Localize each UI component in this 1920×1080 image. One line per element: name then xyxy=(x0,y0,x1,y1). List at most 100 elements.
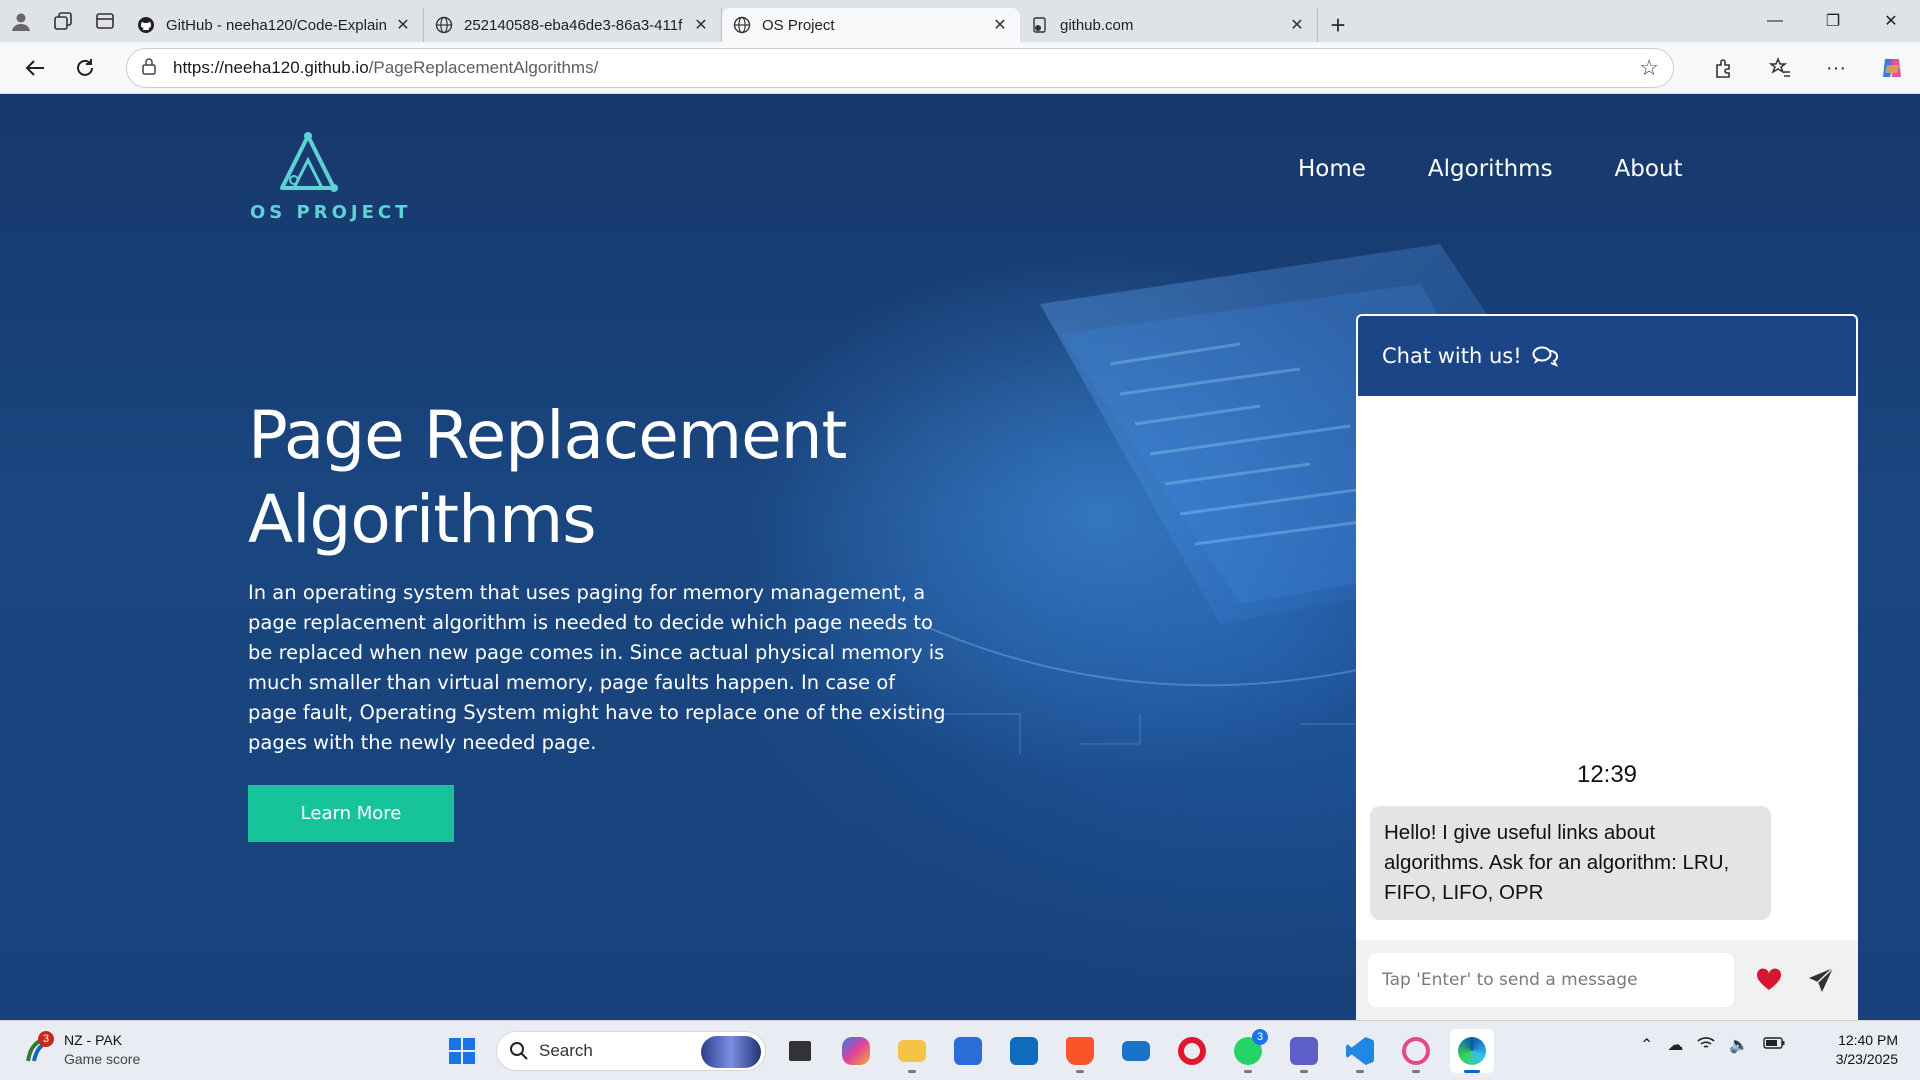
hero-title: Page Replacement Algorithms xyxy=(248,394,948,562)
system-tray: ⌃ ☁ 🔈 xyxy=(1640,1035,1785,1055)
nav-algorithms[interactable]: Algorithms xyxy=(1428,156,1553,182)
close-tab-icon[interactable]: ✕ xyxy=(1287,15,1307,35)
tab-label: 252140588-eba46de3-86a3-411f xyxy=(464,16,683,34)
tab-os-project[interactable]: OS Project ✕ xyxy=(722,8,1020,42)
search-highlight-image xyxy=(701,1036,761,1068)
address-bar[interactable]: https://neeha120.github.io/PageReplaceme… xyxy=(126,48,1674,88)
chat-header[interactable]: Chat with us! xyxy=(1356,314,1858,398)
chat-input-row xyxy=(1356,940,1858,1020)
send-icon[interactable] xyxy=(1804,963,1838,997)
tab-label: OS Project xyxy=(762,16,835,34)
whatsapp-badge: 3 xyxy=(1252,1029,1268,1045)
windows-taskbar: 3 NZ - PAK Game score Search 3 ⌃ ☁ 🔈 12:… xyxy=(0,1020,1920,1080)
workspaces-icon[interactable] xyxy=(42,0,84,42)
browser-toolbar: https://neeha120.github.io/PageReplaceme… xyxy=(0,42,1920,94)
teams-icon[interactable] xyxy=(1282,1029,1326,1073)
hero-description: In an operating system that uses paging … xyxy=(248,581,946,754)
edge-browser-icon[interactable] xyxy=(1450,1029,1494,1073)
task-view-icon[interactable] xyxy=(778,1029,822,1073)
window-controls: — ❐ ✕ xyxy=(1746,0,1920,42)
chat-message-bubble: Hello! I give useful links about algorit… xyxy=(1370,806,1771,920)
running-indicator xyxy=(1076,1070,1084,1073)
running-indicator xyxy=(1244,1070,1252,1073)
site-nav: Home Algorithms About xyxy=(1298,156,1683,182)
tab-github-com[interactable]: github.com ✕ xyxy=(1020,8,1318,42)
whatsapp-icon[interactable]: 3 xyxy=(1226,1029,1270,1073)
volume-icon[interactable]: 🔈 xyxy=(1729,1035,1749,1055)
copilot-app-icon[interactable] xyxy=(834,1029,878,1073)
running-indicator xyxy=(1412,1070,1420,1073)
hero-title-line1: Page Replacement xyxy=(248,397,847,474)
nav-home[interactable]: Home xyxy=(1298,156,1366,182)
url-host: https://neeha120.github.io xyxy=(173,58,369,77)
taskbar-clock[interactable]: 12:40 PM 3/23/2025 xyxy=(1836,1031,1898,1069)
refresh-icon[interactable] xyxy=(60,48,110,88)
widget-title: NZ - PAK xyxy=(64,1032,123,1048)
taskbar-apps: Search 3 xyxy=(440,1029,1494,1073)
favorites-icon[interactable] xyxy=(1752,48,1808,88)
opera-gx-icon[interactable] xyxy=(1394,1029,1438,1073)
file-explorer-icon[interactable] xyxy=(890,1029,934,1073)
close-tab-icon[interactable]: ✕ xyxy=(691,15,711,35)
learn-more-button[interactable]: Learn More xyxy=(248,785,454,842)
url-text[interactable]: https://neeha120.github.io/PageReplaceme… xyxy=(173,58,1639,78)
browser-tab-bar: GitHub - neeha120/Code-Explain ✕ 2521405… xyxy=(0,0,1920,42)
chevron-up-icon[interactable]: ⌃ xyxy=(1640,1035,1653,1055)
tab-label: GitHub - neeha120/Code-Explain xyxy=(166,16,387,34)
github-icon xyxy=(136,15,156,35)
search-icon xyxy=(510,1042,528,1060)
tab-image[interactable]: 252140588-eba46de3-86a3-411f ✕ xyxy=(424,8,722,42)
news-widget[interactable]: 3 NZ - PAK Game score xyxy=(24,1031,140,1069)
wifi-icon[interactable] xyxy=(1697,1036,1715,1055)
microsoft-store-icon[interactable] xyxy=(946,1029,990,1073)
nav-about[interactable]: About xyxy=(1615,156,1683,182)
clock-date: 3/23/2025 xyxy=(1835,1051,1898,1067)
globe-icon xyxy=(434,15,454,35)
windows-start-icon[interactable] xyxy=(440,1029,484,1073)
profile-icon[interactable] xyxy=(0,0,42,42)
os-project-logo[interactable] xyxy=(248,124,398,244)
new-tab-icon[interactable]: + xyxy=(1318,8,1358,42)
url-path: /PageReplacementAlgorithms/ xyxy=(368,58,599,77)
onedrive-icon[interactable]: ☁ xyxy=(1667,1035,1683,1055)
restore-icon[interactable]: ❐ xyxy=(1804,0,1862,42)
chat-message-input[interactable] xyxy=(1368,953,1734,1007)
close-tab-icon[interactable]: ✕ xyxy=(393,15,413,35)
globe-icon xyxy=(732,15,752,35)
chat-timestamp: 12:39 xyxy=(1576,761,1638,788)
vscode-icon[interactable] xyxy=(1338,1029,1382,1073)
tab-github-code-explain[interactable]: GitHub - neeha120/Code-Explain ✕ xyxy=(126,8,424,42)
favorite-star-icon[interactable]: ☆ xyxy=(1639,55,1659,81)
extensions-icon[interactable] xyxy=(1696,48,1752,88)
running-indicator xyxy=(1464,1070,1480,1073)
web-page: OS PROJECT Home Algorithms About Page Re… xyxy=(0,94,1920,1020)
chat-widget: Chat with us! 12:39 Hello! I give useful… xyxy=(1356,314,1858,1020)
copilot-icon[interactable] xyxy=(1864,48,1920,88)
battery-icon[interactable] xyxy=(1763,1036,1785,1054)
logo-text: OS PROJECT xyxy=(250,202,412,223)
more-options-icon[interactable]: ··· xyxy=(1808,48,1864,88)
back-arrow-icon[interactable] xyxy=(10,48,60,88)
vertical-tabs-icon[interactable] xyxy=(84,0,126,42)
opera-icon[interactable] xyxy=(1170,1029,1214,1073)
chat-title: Chat with us! xyxy=(1382,344,1522,368)
minimize-icon[interactable]: — xyxy=(1746,0,1804,42)
close-window-icon[interactable]: ✕ xyxy=(1862,0,1920,42)
lock-icon[interactable] xyxy=(141,57,163,80)
cricket-icon: 3 xyxy=(24,1031,54,1065)
running-indicator xyxy=(1300,1070,1308,1073)
brave-browser-icon[interactable] xyxy=(1058,1029,1102,1073)
taskbar-search[interactable]: Search xyxy=(496,1031,766,1071)
mail-icon[interactable] xyxy=(1114,1029,1158,1073)
close-tab-icon[interactable]: ✕ xyxy=(990,15,1010,35)
widget-subtitle: Game score xyxy=(64,1051,141,1067)
hero-title-line2: Algorithms xyxy=(248,481,597,558)
toolbar-right: ··· xyxy=(1696,48,1920,88)
chat-bubbles-icon xyxy=(1532,346,1558,367)
search-label: Search xyxy=(539,1041,593,1060)
heart-icon[interactable] xyxy=(1754,965,1784,995)
running-indicator xyxy=(1356,1070,1364,1073)
outlook-icon[interactable] xyxy=(1002,1029,1046,1073)
notification-badge: 3 xyxy=(38,1031,54,1047)
tab-label: github.com xyxy=(1060,16,1134,34)
